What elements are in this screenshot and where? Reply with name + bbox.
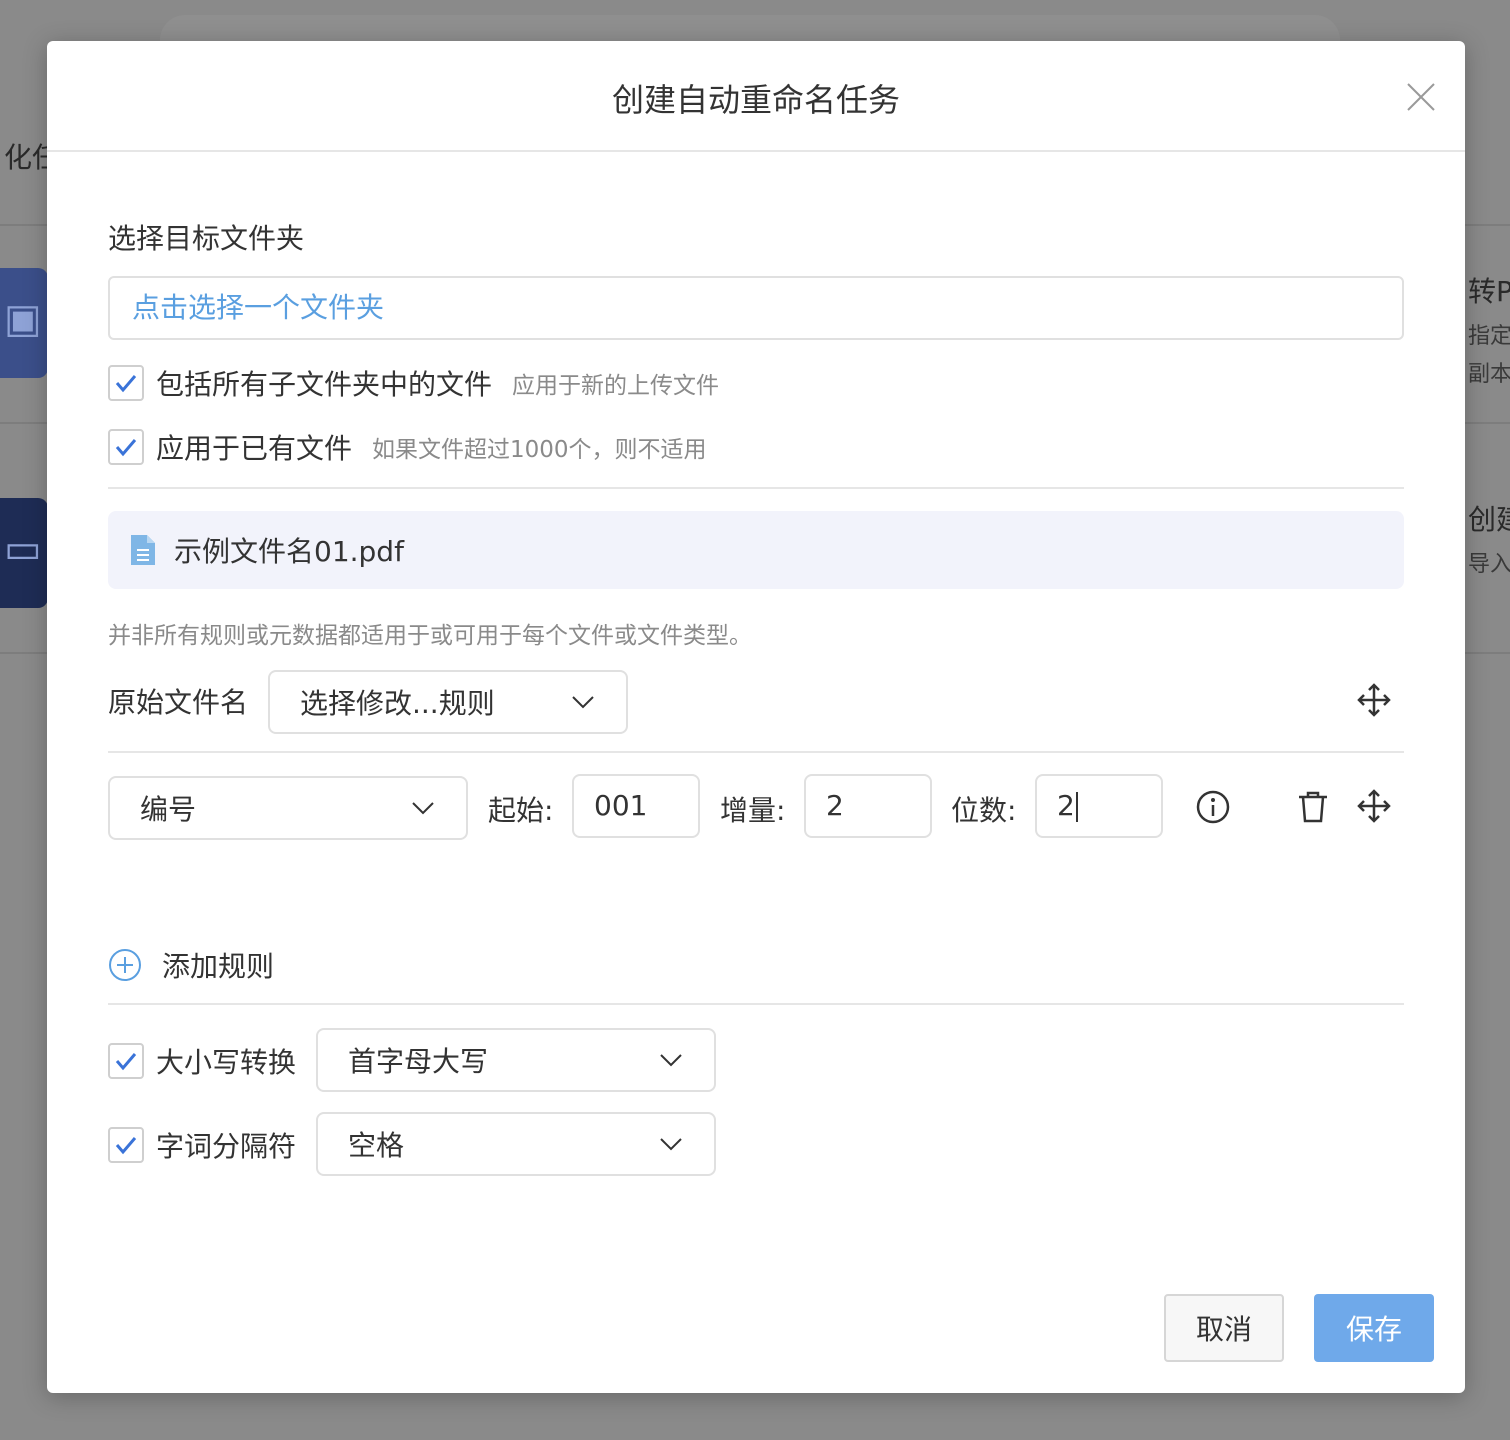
- modify-rule-select[interactable]: 选择修改...规则: [268, 670, 628, 734]
- save-button[interactable]: 保存: [1314, 1294, 1434, 1362]
- section-divider: [108, 751, 1404, 753]
- increment-label: 增量:: [720, 794, 786, 827]
- chevron-down-icon: [412, 802, 434, 815]
- case-convert-select[interactable]: 首字母大写: [316, 1028, 716, 1092]
- chevron-down-icon: [660, 1138, 682, 1151]
- background-fragment: 导入e: [1468, 552, 1510, 577]
- case-convert-row: 大小写转换: [108, 1041, 296, 1081]
- drag-handle-number-rule[interactable]: [1356, 788, 1392, 824]
- word-separator-row: 字词分隔符: [108, 1125, 296, 1165]
- chevron-down-icon: [660, 1054, 682, 1067]
- info-icon: [1196, 790, 1230, 824]
- include-subfolders-label: 包括所有子文件夹中的文件: [156, 368, 493, 401]
- add-rule-label: 添加规则: [162, 950, 275, 983]
- word-separator-checkbox[interactable]: [108, 1127, 144, 1163]
- apply-existing-hint: 如果文件超过1000个，则不适用: [372, 437, 707, 463]
- preview-filename: 示例文件名01.pdf: [174, 535, 404, 568]
- apply-existing-checkbox[interactable]: [108, 429, 144, 465]
- case-convert-select-value: 首字母大写: [348, 1045, 489, 1078]
- increment-input[interactable]: 2: [804, 774, 932, 838]
- checkmark-icon: [115, 439, 137, 457]
- include-subfolders-row: 包括所有子文件夹中的文件 应用于新的上传文件: [108, 363, 719, 403]
- include-subfolders-checkbox[interactable]: [108, 365, 144, 401]
- background-fragment: 指定文: [1468, 324, 1510, 349]
- checkmark-icon: [115, 1137, 137, 1155]
- background-app-icon: ▣: [0, 268, 48, 378]
- checkmark-icon: [115, 375, 137, 393]
- start-label: 起始:: [488, 794, 554, 827]
- word-separator-select-value: 空格: [348, 1129, 405, 1162]
- word-separator-label: 字词分隔符: [156, 1130, 297, 1163]
- info-button[interactable]: [1195, 789, 1231, 825]
- drag-handle-original-rule[interactable]: [1356, 682, 1392, 718]
- rule-type-select[interactable]: 编号: [108, 776, 468, 840]
- section-divider: [108, 1003, 1404, 1005]
- start-input[interactable]: 001: [572, 774, 700, 838]
- folder-picker-field[interactable]: 点击选择一个文件夹: [108, 276, 1404, 340]
- rules-note: 并非所有规则或元数据都适用于或可用于每个文件或文件类型。: [108, 623, 752, 649]
- case-convert-label: 大小写转换: [156, 1046, 297, 1079]
- include-subfolders-hint: 应用于新的上传文件: [512, 373, 720, 399]
- dialog-header: 创建自动重命名任务: [47, 41, 1465, 152]
- rule-type-select-value: 编号: [140, 793, 197, 826]
- close-icon: [1407, 83, 1435, 111]
- auto-rename-dialog: 创建自动重命名任务 选择目标文件夹 点击选择一个文件夹 包括所有子文件夹中的文件…: [47, 41, 1465, 1393]
- trash-icon: [1299, 791, 1327, 823]
- digits-input[interactable]: 2: [1035, 774, 1163, 838]
- word-separator-select[interactable]: 空格: [316, 1112, 716, 1176]
- dialog-title: 创建自动重命名任务: [611, 81, 900, 119]
- chevron-down-icon: [572, 696, 594, 709]
- move-icon: [1357, 683, 1391, 717]
- section-divider: [108, 487, 1404, 489]
- filename-preview: 示例文件名01.pdf: [108, 511, 1404, 589]
- close-button[interactable]: [1405, 81, 1437, 113]
- plus-circle-icon: [109, 949, 141, 981]
- move-icon: [1357, 789, 1391, 823]
- add-rule-button[interactable]: 添加规则: [108, 945, 274, 985]
- background-fragment: 副本。: [1468, 362, 1510, 387]
- background-folder-icon: ▭: [0, 498, 48, 608]
- document-icon: [131, 535, 155, 565]
- digits-input-value: 2: [1057, 789, 1075, 822]
- apply-existing-row: 应用于已有文件 如果文件超过1000个，则不适用: [108, 427, 707, 467]
- case-convert-checkbox[interactable]: [108, 1043, 144, 1079]
- text-caret: [1075, 792, 1078, 822]
- checkmark-icon: [115, 1053, 137, 1071]
- original-filename-label: 原始文件名: [108, 686, 249, 719]
- background-fragment: 转PD: [1468, 275, 1510, 308]
- apply-existing-label: 应用于已有文件: [156, 432, 353, 465]
- background-fragment: 创建: [1468, 503, 1510, 536]
- modify-rule-select-value: 选择修改...规则: [300, 687, 495, 720]
- digits-label: 位数:: [951, 794, 1017, 827]
- delete-rule-button[interactable]: [1295, 789, 1331, 825]
- cancel-button[interactable]: 取消: [1164, 1294, 1284, 1362]
- target-folder-label: 选择目标文件夹: [108, 222, 305, 255]
